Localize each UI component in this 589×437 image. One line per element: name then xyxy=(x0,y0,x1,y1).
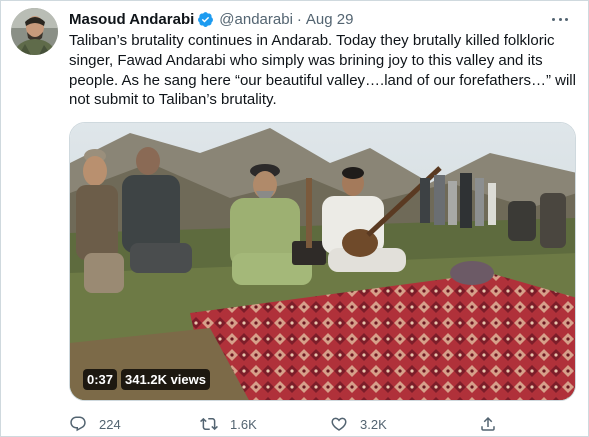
tweet-text-line: singer, Fawad Andarabi who simply was br… xyxy=(69,51,543,69)
tweet-text-line: Taliban’s brutality continues in Andarab… xyxy=(69,32,555,49)
video-view-count: 341.2K views xyxy=(121,369,210,390)
tweet-actions: 224 1.6K 3.2K xyxy=(69,413,514,435)
like-button[interactable]: 3.2K xyxy=(330,413,387,435)
tweet-text-line: not submit to Taliban’s brutality. xyxy=(69,91,277,109)
retweet-count: 1.6K xyxy=(230,416,257,432)
author-handle[interactable]: @andarabi xyxy=(219,11,293,28)
display-name[interactable]: Masoud Andarabi xyxy=(69,11,194,28)
video-player[interactable] xyxy=(69,122,576,401)
video-thumbnail xyxy=(70,123,575,400)
retweet-icon xyxy=(200,415,218,433)
tweet-card[interactable]: Masoud Andarabi @andarabi · Aug 29 Talib… xyxy=(0,0,589,437)
video-duration: 0:37 xyxy=(83,369,118,390)
reply-icon xyxy=(69,415,87,433)
retweet-button[interactable]: 1.6K xyxy=(200,413,257,435)
reply-button[interactable]: 224 xyxy=(69,413,121,435)
reply-count: 224 xyxy=(99,416,121,432)
video-info: 0:37 341.2K views xyxy=(83,369,210,390)
tweet-header: Masoud Andarabi @andarabi · Aug 29 xyxy=(69,9,353,29)
share-icon xyxy=(479,415,497,433)
verified-badge-icon xyxy=(197,11,214,28)
timestamp[interactable]: Aug 29 xyxy=(306,11,354,28)
separator-dot: · xyxy=(296,10,302,28)
heart-icon xyxy=(330,415,348,433)
tweet-text: Taliban’s brutality continues in Andarab… xyxy=(69,31,579,110)
avatar[interactable] xyxy=(11,8,58,55)
like-count: 3.2K xyxy=(360,416,387,432)
share-button[interactable] xyxy=(479,413,497,435)
more-options-icon[interactable] xyxy=(549,11,571,27)
tweet-text-line: people. As he sang here “our beautiful v… xyxy=(69,71,576,89)
